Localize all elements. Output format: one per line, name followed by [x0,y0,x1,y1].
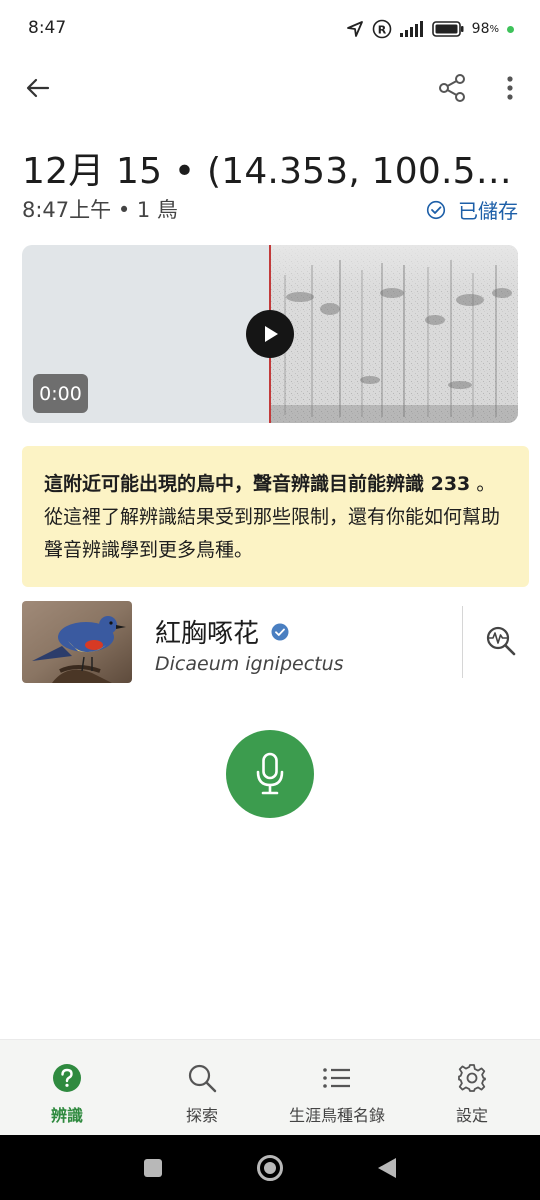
playback-time: 0:00 [33,374,88,413]
battery-percent: 98% [471,21,499,37]
svg-text:R: R [377,24,386,37]
nav-label: 探索 [185,1106,218,1125]
nav-explore[interactable]: 探索 [157,1040,247,1136]
list-icon [322,1063,352,1093]
more-options-button[interactable] [492,70,528,106]
nav-settings[interactable]: 設定 [427,1040,517,1136]
back-triangle-icon [378,1158,396,1178]
status-time: 8:47 [28,18,67,38]
vertical-divider [462,606,463,678]
app-bar [0,60,540,116]
question-circle-icon [52,1063,82,1093]
species-result-row[interactable]: 紅胸啄花 Dicaeum ignipectus [22,601,522,685]
waveform-search-icon [486,626,516,656]
limitations-notice[interactable]: 這附近可能出現的鳥中，聲音辨識目前能辨識 233 。 從這裡了解辨識結果受到那些… [22,446,529,587]
status-bar: 8:47 R 98% [0,0,540,58]
check-circle-icon [426,200,446,219]
nav-life-list[interactable]: 生涯鳥種名錄 [277,1040,397,1136]
recents-button[interactable] [139,1154,167,1182]
saved-label: 已儲存 [458,199,518,223]
microphone-icon [256,752,284,795]
more-vert-icon [507,76,513,100]
species-scientific-name: Dicaeum ignipectus [155,653,344,675]
saved-status: 已儲存 [426,195,518,224]
bottom-navigation: 辨識 探索 生涯鳥種名錄 設定 [0,1039,540,1135]
spectrogram-player[interactable]: 0:00 [22,245,518,423]
recents-square-icon [144,1159,162,1177]
location-arrow-icon [346,20,364,38]
nav-identify[interactable]: 辨識 [22,1040,112,1136]
status-icons: R 98% [346,17,514,41]
analyze-sound-button[interactable] [481,621,521,661]
notice-text: 這附近可能出現的鳥中，聲音辨識目前能辨識 233 。 從這裡了解辨識結果受到那些… [44,468,507,567]
system-navigation-bar [0,1135,540,1200]
nav-label: 生涯鳥種名錄 [288,1106,385,1125]
play-button[interactable] [246,310,294,358]
battery-icon [431,21,464,37]
registered-icon: R [372,19,392,39]
nav-label: 辨識 [50,1106,83,1125]
recording-subtitle: 8:47上午 • 1 鳥 [22,198,178,222]
bird-photo[interactable] [22,601,132,683]
home-circle-icon [257,1155,283,1181]
back-arrow-icon [26,78,50,98]
notice-bold-text: 這附近可能出現的鳥中，聲音辨識目前能辨識 233 [44,473,471,495]
back-button[interactable] [20,70,56,106]
recording-title: 12月 15 • (14.353, 100.56... [22,151,522,192]
system-back-button[interactable] [373,1154,401,1182]
signal-icon [399,21,424,37]
share-icon [439,74,465,102]
share-button[interactable] [434,70,470,106]
play-icon [265,326,278,342]
privacy-indicator-dot [507,25,514,33]
gear-icon [457,1063,487,1093]
nav-label: 設定 [455,1106,488,1125]
spectrogram-image [270,245,518,423]
check-badge-icon [271,623,289,640]
search-icon [187,1063,217,1093]
record-mic-button[interactable] [226,730,314,818]
home-button[interactable] [256,1154,284,1182]
species-common-name: 紅胸啄花 [155,613,289,650]
